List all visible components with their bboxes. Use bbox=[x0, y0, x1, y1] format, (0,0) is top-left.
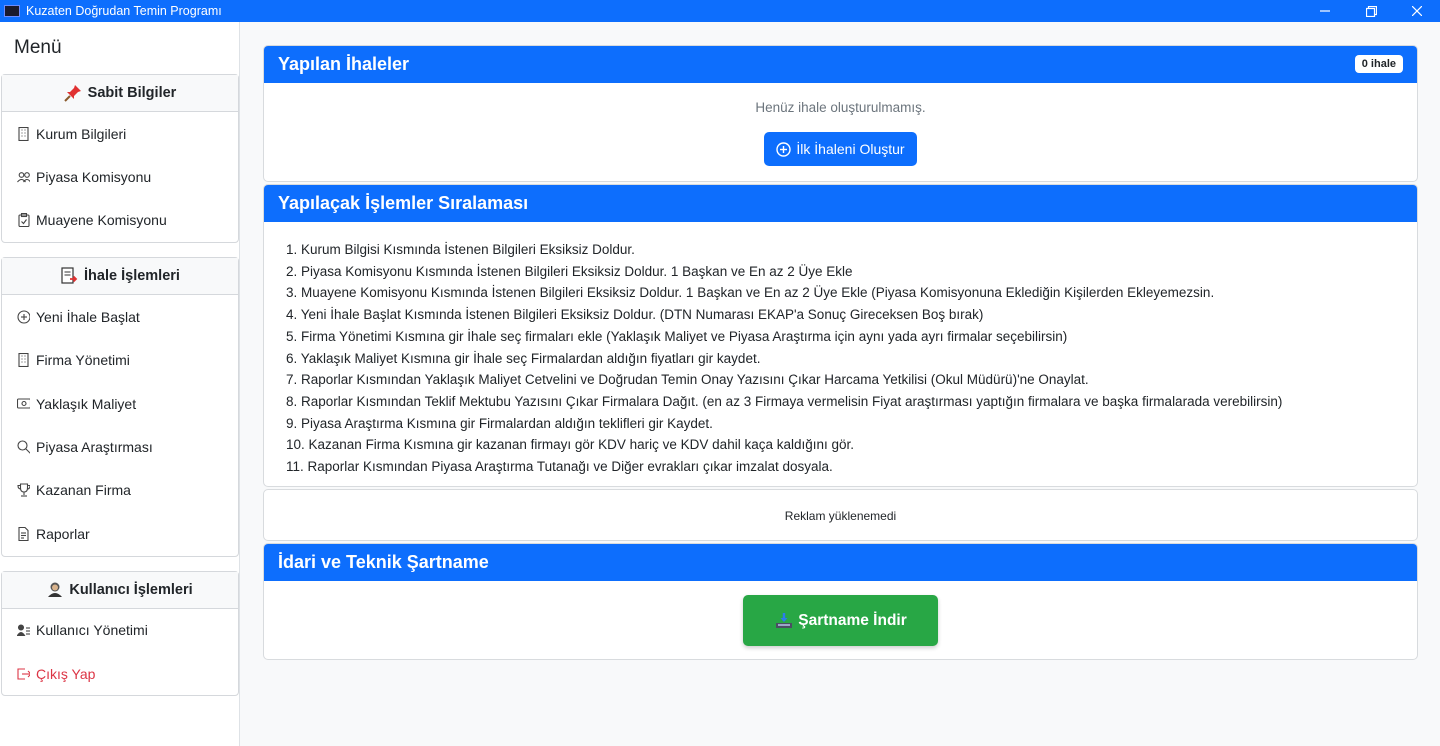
tender-count-badge: 0 ihale bbox=[1354, 55, 1403, 73]
create-first-tender-label: İlk İhaleni Oluştur bbox=[796, 141, 905, 157]
step-item: 11. Raporlar Kısmından Piyasa Araştırma … bbox=[286, 459, 833, 475]
document-arrow-icon bbox=[60, 267, 78, 285]
building-icon bbox=[17, 126, 30, 141]
spec-title: İdari ve Teknik Şartname bbox=[278, 552, 489, 572]
window-controls bbox=[1302, 0, 1440, 22]
tenders-title: Yapılan İhaleler bbox=[278, 54, 410, 74]
group-header: Kullanıcı İşlemleri bbox=[2, 571, 238, 609]
step-item: 7. Raporlar Kısmından Yaklaşık Maliyet C… bbox=[286, 372, 1089, 388]
download-tray-icon bbox=[774, 612, 794, 630]
window-titlebar: Kuzaten Doğrudan Temin Programı bbox=[0, 0, 1440, 22]
sidebar-item-label: Piyasa Araştırması bbox=[36, 439, 153, 456]
step-item: 4. Yeni İhale Başlat Kısmında İstenen Bi… bbox=[286, 307, 984, 323]
app-icon bbox=[4, 5, 20, 17]
step-item: 1. Kurum Bilgisi Kısmında İstenen Bilgil… bbox=[286, 242, 635, 257]
person-icon bbox=[47, 581, 63, 598]
steps-card-header: Yapılaçak İşlemler Sıralaması bbox=[264, 185, 1417, 222]
sidebar-item-label: Kullanıcı Yönetimi bbox=[36, 622, 148, 639]
group-title: Sabit Bilgiler bbox=[87, 85, 177, 101]
group-title: Kullanıcı İşlemleri bbox=[69, 581, 193, 598]
close-icon bbox=[1412, 6, 1422, 16]
building-icon bbox=[17, 353, 30, 368]
sidebar-item-label: Kurum Bilgileri bbox=[36, 125, 127, 142]
clipboard-icon bbox=[17, 213, 30, 228]
plus-circle-icon bbox=[17, 310, 30, 324]
pushpin-icon bbox=[63, 84, 82, 102]
sidebar-item-label: Yaklaşık Maliyet bbox=[36, 395, 137, 412]
maximize-button[interactable] bbox=[1348, 0, 1394, 22]
group-kullanici-islemleri: Kullanıcı İşlemleri Kullanıcı Yönetimi Ç… bbox=[1, 570, 239, 697]
minimize-icon bbox=[1320, 10, 1330, 12]
sidebar-item-yaklasik-maliyet[interactable]: Yaklaşık Maliyet bbox=[2, 382, 238, 425]
tenders-card-header: Yapılan İhaleler 0 ihale bbox=[264, 46, 1417, 83]
steps-list: 1. Kurum Bilgisi Kısmında İstenen Bilgil… bbox=[264, 222, 1417, 478]
sidebar-item-label: Yeni İhale Başlat bbox=[36, 308, 140, 325]
step-item: 2. Piyasa Komisyonu Kısmında İstenen Bil… bbox=[286, 263, 853, 279]
sidebar-item-firma-yonetimi[interactable]: Firma Yönetimi bbox=[2, 339, 238, 382]
group-title: İhale İşlemleri bbox=[84, 268, 180, 285]
steps-title: Yapılaçak İşlemler Sıralaması bbox=[278, 193, 529, 213]
steps-card: Yapılaçak İşlemler Sıralaması 1. Kurum B… bbox=[263, 184, 1418, 487]
sidebar-item-label: Çıkış Yap bbox=[36, 665, 96, 682]
sidebar-item-raporlar[interactable]: Raporlar bbox=[2, 512, 238, 555]
group-sabit-bilgiler: Sabit Bilgiler Kurum Bilgileri Piyasa Ko… bbox=[1, 74, 239, 244]
sidebar-item-cikis-yap[interactable]: Çıkış Yap bbox=[2, 652, 238, 695]
minimize-button[interactable] bbox=[1302, 0, 1348, 22]
group-header: Sabit Bilgiler bbox=[2, 75, 238, 112]
menu-title: Menü bbox=[14, 37, 62, 58]
ad-card: Reklam yüklenemedi bbox=[263, 489, 1418, 541]
restore-icon bbox=[1365, 5, 1377, 17]
sidebar-item-label: Raporlar bbox=[36, 525, 90, 542]
download-spec-label: Şartname İndir bbox=[798, 611, 907, 629]
spec-card-header: İdari ve Teknik Şartname bbox=[264, 544, 1417, 581]
sidebar-item-label: Firma Yönetimi bbox=[36, 352, 130, 369]
person-lines-icon bbox=[17, 623, 30, 637]
sidebar-item-label: Kazanan Firma bbox=[36, 482, 131, 499]
sidebar-item-muayene-komisyonu[interactable]: Muayene Komisyonu bbox=[2, 199, 238, 242]
create-first-tender-button[interactable]: İlk İhaleni Oluştur bbox=[764, 132, 917, 166]
window-title: Kuzaten Doğrudan Temin Programı bbox=[26, 4, 222, 18]
sidebar-item-label: Piyasa Komisyonu bbox=[36, 169, 152, 186]
sidebar-item-yeni-ihale-baslat[interactable]: Yeni İhale Başlat bbox=[2, 295, 238, 338]
sidebar: Menü Sabit Bilgiler Kurum Bilgileri Piya… bbox=[0, 22, 240, 746]
logout-icon bbox=[17, 667, 30, 681]
download-spec-button[interactable]: Şartname İndir bbox=[743, 595, 938, 646]
plus-circle-icon bbox=[776, 141, 792, 157]
close-button[interactable] bbox=[1394, 0, 1440, 22]
sidebar-item-kazanan-firma[interactable]: Kazanan Firma bbox=[2, 469, 238, 512]
sidebar-item-piyasa-arastirmasi[interactable]: Piyasa Araştırması bbox=[2, 425, 238, 468]
sidebar-item-label: Muayene Komisyonu bbox=[36, 212, 167, 229]
step-item: 10. Kazanan Firma Kısmına gir kazanan fi… bbox=[286, 437, 855, 453]
spec-card: İdari ve Teknik Şartname Şartname İndir bbox=[263, 543, 1418, 660]
sidebar-item-kullanici-yonetimi[interactable]: Kullanıcı Yönetimi bbox=[2, 609, 238, 652]
step-item: 6. Yaklaşık Maliyet Kısmına gir İhale se… bbox=[286, 350, 761, 366]
group-header: İhale İşlemleri bbox=[2, 258, 238, 296]
tenders-card: Yapılan İhaleler 0 ihale Henüz ihale olu… bbox=[263, 45, 1418, 182]
group-ihale-islemleri: İhale İşlemleri Yeni İhale Başlat Firma … bbox=[1, 257, 239, 557]
step-item: 5. Firma Yönetimi Kısmına gir İhale seç … bbox=[286, 328, 1068, 344]
search-icon bbox=[17, 440, 30, 454]
document-icon bbox=[17, 526, 30, 541]
sidebar-item-kurum-bilgileri[interactable]: Kurum Bilgileri bbox=[2, 112, 238, 155]
step-item: 8. Raporlar Kısmından Teklif Mektubu Yaz… bbox=[286, 393, 1283, 409]
step-item: 9. Piyasa Araştırma Kısmına gir Firmalar… bbox=[286, 415, 713, 431]
people-icon bbox=[17, 170, 30, 184]
ad-message: Reklam yüklenemedi bbox=[784, 509, 897, 523]
step-item: 3. Muayene Komisyonu Kısmında İstenen Bi… bbox=[286, 285, 1215, 301]
cash-icon bbox=[17, 397, 30, 411]
empty-tenders-message: Henüz ihale oluşturulmamış. bbox=[755, 100, 926, 115]
sidebar-item-piyasa-komisyonu[interactable]: Piyasa Komisyonu bbox=[2, 155, 238, 198]
trophy-icon bbox=[17, 483, 30, 497]
